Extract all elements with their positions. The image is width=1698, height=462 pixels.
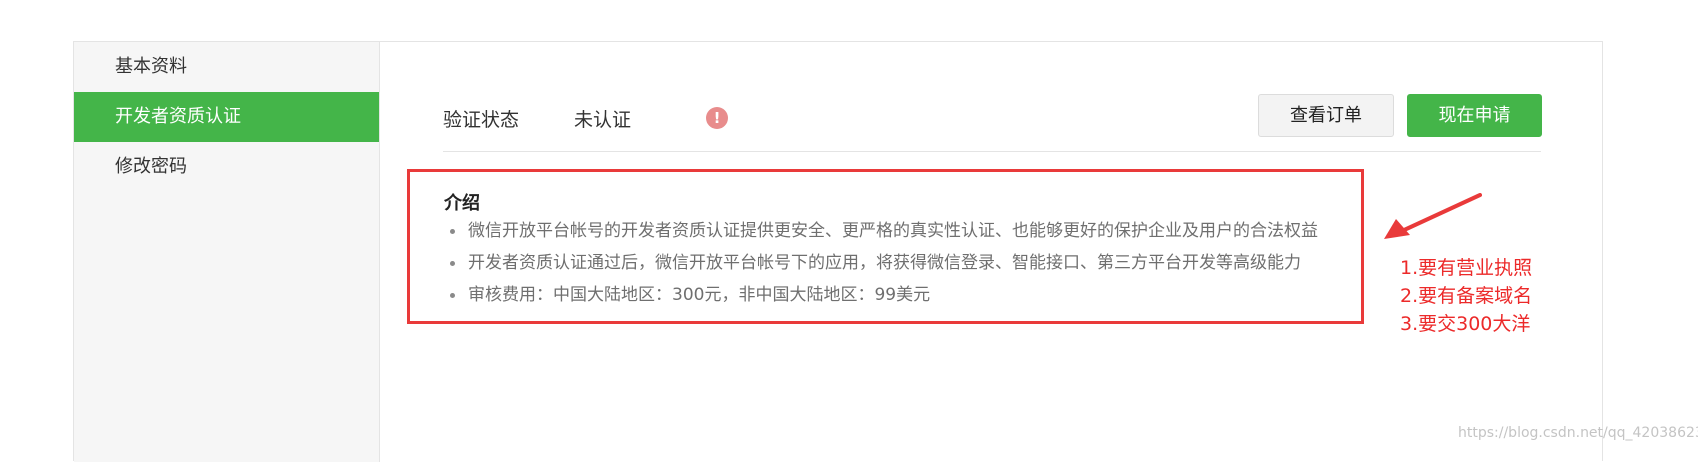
status-label: 验证状态 [443,109,520,131]
annotation-line: 1.要有营业执照 [1400,257,1533,279]
annotation-line: 3.要交300大洋 [1400,313,1531,335]
sidebar-item-basic-info[interactable]: 基本资料 [74,42,379,92]
apply-now-button[interactable]: 现在申请 [1407,94,1542,137]
page-frame: 基本资料 开发者资质认证 修改密码 验证状态 未认证 ! 查看订单 现在申请 介… [73,41,1603,462]
verification-status-row: 验证状态 未认证 ! 查看订单 现在申请 [443,94,1542,152]
watermark: https://blog.csdn.net/qq_42038623 [1458,425,1698,441]
annotation-arrow-icon [1384,193,1482,239]
annotation-notes: 1.要有营业执照 2.要有备案域名 3.要交300大洋 [1400,254,1532,338]
view-orders-button[interactable]: 查看订单 [1258,94,1394,137]
status-value: 未认证 [574,109,632,131]
intro-title: 介绍 [444,193,480,214]
list-item: 开发者资质认证通过后，微信开放平台帐号下的应用，将获得微信登录、智能接口、第三方… [444,247,1318,279]
sidebar-item-developer-certification[interactable]: 开发者资质认证 [74,92,379,142]
intro-highlight-box: 介绍 微信开放平台帐号的开发者资质认证提供更安全、更严格的真实性认证、也能够更好… [407,169,1364,324]
exclamation-circle-icon: ! [706,107,728,129]
main-content: 验证状态 未认证 ! 查看订单 现在申请 介绍 微信开放平台帐号的开发者资质认证… [380,42,1602,462]
list-item: 审核费用：中国大陆地区：300元，非中国大陆地区：99美元 [444,279,1318,311]
sidebar: 基本资料 开发者资质认证 修改密码 [74,42,380,462]
intro-list: 微信开放平台帐号的开发者资质认证提供更安全、更严格的真实性认证、也能够更好的保护… [444,215,1318,311]
sidebar-item-change-password[interactable]: 修改密码 [74,142,379,192]
list-item: 微信开放平台帐号的开发者资质认证提供更安全、更严格的真实性认证、也能够更好的保护… [444,215,1318,247]
annotation-line: 2.要有备案域名 [1400,285,1533,307]
